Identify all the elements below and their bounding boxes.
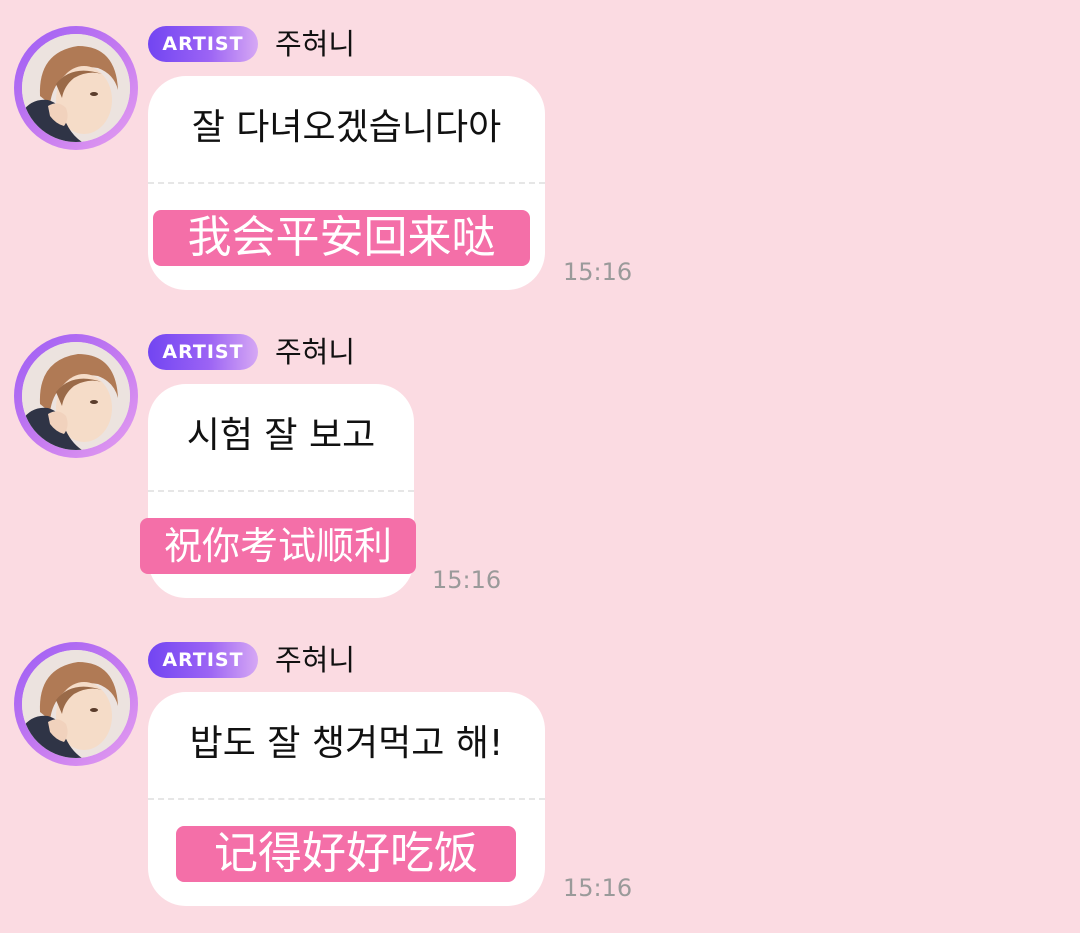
translation-text: 记得好好吃饭: [176, 826, 516, 882]
message-bubble[interactable]: 시험 잘 보고 祝你考试顺利: [140, 384, 416, 598]
message-bubble[interactable]: 밥도 잘 챙겨먹고 해! 记得好好吃饭: [148, 692, 545, 906]
divider: [148, 490, 414, 492]
translation-text: 我会平安回来哒: [153, 210, 530, 266]
sender-name[interactable]: 주혀니: [275, 640, 355, 680]
timestamp: 15:16: [563, 874, 633, 902]
timestamp: 15:16: [432, 566, 502, 594]
message-bubble[interactable]: 잘 다녀오겠습니다아 我会平安回来哒: [148, 76, 545, 290]
translation-text: 祝你考试顺利: [140, 518, 416, 574]
message-text: 잘 다녀오겠습니다아: [191, 107, 502, 148]
artist-badge: ARTIST: [148, 334, 258, 370]
avatar-photo: [22, 34, 130, 142]
avatar[interactable]: [14, 26, 138, 150]
avatar[interactable]: [14, 334, 138, 458]
artist-badge: ARTIST: [148, 642, 258, 678]
divider: [148, 182, 545, 184]
avatar[interactable]: [14, 642, 138, 766]
message-text: 밥도 잘 챙겨먹고 해!: [189, 723, 504, 764]
avatar-photo: [22, 342, 130, 450]
avatar-photo: [22, 650, 130, 758]
sender-name[interactable]: 주혀니: [275, 24, 355, 64]
message-text: 시험 잘 보고: [186, 415, 376, 456]
divider: [148, 798, 545, 800]
timestamp: 15:16: [563, 258, 633, 286]
sender-name[interactable]: 주혀니: [275, 332, 355, 372]
artist-badge: ARTIST: [148, 26, 258, 62]
